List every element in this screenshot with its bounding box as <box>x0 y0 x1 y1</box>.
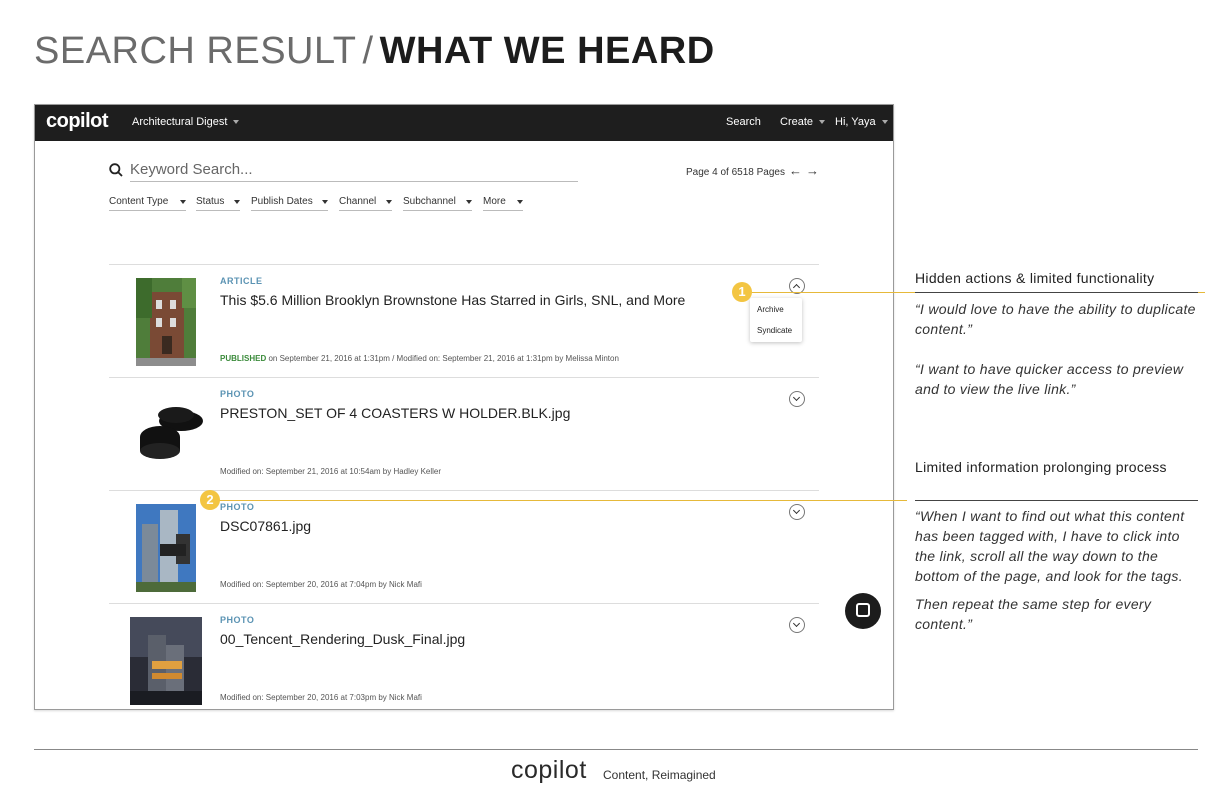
note-heading-2: Limited information prolonging process <box>915 459 1167 475</box>
published-status: PUBLISHED <box>220 354 267 363</box>
filter-label: More <box>483 196 506 207</box>
nav-create-label: Create <box>780 116 814 128</box>
user-menu[interactable]: Hi, Yaya <box>835 116 888 128</box>
quote-repeat: Then repeat the same step for every cont… <box>915 596 1152 632</box>
caret-down-icon <box>517 200 523 204</box>
quote-tags: “When I want to find out what this conte… <box>915 508 1185 584</box>
archive-menu-item[interactable]: Archive <box>757 305 784 314</box>
next-page-arrow-icon[interactable]: → <box>806 163 819 178</box>
tencent-rendering-image <box>130 617 202 705</box>
caret-down-icon <box>881 120 888 125</box>
result-type: PHOTO <box>220 502 255 512</box>
result-title-link[interactable]: 00_Tencent_Rendering_Dusk_Final.jpg <box>220 631 465 647</box>
title-separator: / <box>362 30 374 72</box>
chat-bubble-icon <box>856 603 870 617</box>
coasters-photo-image <box>136 391 206 479</box>
caret-down-icon <box>819 120 826 125</box>
filter-status[interactable]: Status <box>196 196 240 211</box>
result-meta: Modified on: September 21, 2016 at 10:54… <box>220 467 442 476</box>
chat-launcher-button[interactable] <box>845 593 881 629</box>
slide-title: SEARCH RESULT / WHAT WE HEARD <box>34 30 715 73</box>
caret-down-icon <box>234 200 240 204</box>
caret-down-icon <box>233 120 240 125</box>
brownstone-photo-image <box>136 278 196 366</box>
actions-toggle-button[interactable] <box>789 504 805 520</box>
brand-label: Architectural Digest <box>132 116 228 128</box>
filter-label: Publish Dates <box>251 196 313 207</box>
tower-photo-image <box>136 504 196 592</box>
app-screenshot: copilot Architectural Digest Search Crea… <box>34 104 894 710</box>
nav-create-menu[interactable]: Create <box>780 116 826 128</box>
caret-down-icon <box>466 200 472 204</box>
footer-tagline: Content, Reimagined <box>603 768 716 782</box>
result-thumbnail <box>136 278 196 366</box>
filter-label: Subchannel <box>403 196 456 207</box>
filter-content-type[interactable]: Content Type <box>109 196 186 211</box>
filter-publish-dates[interactable]: Publish Dates <box>251 196 328 211</box>
result-thumbnail <box>136 391 206 479</box>
actions-toggle-button[interactable] <box>789 617 805 633</box>
note-heading-1: Hidden actions & limited functionality <box>915 270 1155 286</box>
callout-badge-2: 2 <box>200 490 220 510</box>
result-title-link[interactable]: This $5.6 Million Brooklyn Brownstone Ha… <box>220 292 685 308</box>
result-row[interactable]: PHOTO 00_Tencent_Rendering_Dusk_Final.jp… <box>109 603 819 709</box>
brand-selector[interactable]: Architectural Digest <box>132 116 240 128</box>
callout-badge-1: 1 <box>732 282 752 302</box>
filter-label: Channel <box>339 196 377 207</box>
result-row[interactable]: PHOTO PRESTON_SET OF 4 COASTERS W HOLDER… <box>109 377 819 490</box>
caret-down-icon <box>386 200 392 204</box>
result-meta: PUBLISHED on September 21, 2016 at 1:31p… <box>220 354 619 363</box>
top-nav-bar: copilot Architectural Digest Search Crea… <box>35 105 893 141</box>
result-type: ARTICLE <box>220 276 263 286</box>
copilot-logo[interactable]: copilot <box>46 110 109 133</box>
result-title-link[interactable]: PRESTON_SET OF 4 COASTERS W HOLDER.BLK.j… <box>220 405 570 421</box>
note-divider <box>915 500 1198 501</box>
footer-logo: copilot <box>511 756 587 784</box>
result-title-link[interactable]: DSC07861.jpg <box>220 518 311 534</box>
filter-label: Status <box>196 196 225 207</box>
user-greeting: Hi, Yaya <box>835 116 876 128</box>
result-type: PHOTO <box>220 389 255 399</box>
pager-text: Page 4 of 6518 Pages <box>686 167 785 178</box>
caret-down-icon <box>322 200 328 204</box>
result-type: PHOTO <box>220 615 255 625</box>
keyword-search-input[interactable] <box>130 158 578 182</box>
pagination: Page 4 of 6518 Pages ← → <box>686 163 819 178</box>
chevron-down-icon <box>792 506 801 515</box>
result-meta: Modified on: September 20, 2016 at 7:04p… <box>220 580 422 589</box>
prev-page-arrow-icon[interactable]: ← <box>789 163 802 178</box>
callout-line-2 <box>212 500 907 501</box>
result-thumbnail <box>130 617 202 705</box>
result-thumbnail <box>136 504 196 592</box>
result-row[interactable]: ARTICLE This $5.6 Million Brooklyn Brown… <box>109 264 819 377</box>
chevron-down-icon <box>792 619 801 628</box>
filter-more[interactable]: More <box>483 196 523 211</box>
filter-subchannel[interactable]: Subchannel <box>403 196 472 211</box>
actions-dropdown-menu: Archive Syndicate <box>750 298 802 342</box>
filter-channel[interactable]: Channel <box>339 196 392 211</box>
note-divider <box>915 292 1198 293</box>
slide: SEARCH RESULT / WHAT WE HEARD copilot Arch… <box>0 0 1232 798</box>
nav-search-link[interactable]: Search <box>726 116 761 128</box>
title-bold: WHAT WE HEARD <box>379 30 715 72</box>
title-light: SEARCH RESULT <box>34 30 357 72</box>
actions-toggle-button[interactable] <box>789 391 805 407</box>
filter-label: Content Type <box>109 196 169 207</box>
result-meta: Modified on: September 20, 2016 at 7:03p… <box>220 693 422 702</box>
caret-down-icon <box>180 200 186 204</box>
syndicate-menu-item[interactable]: Syndicate <box>757 326 792 335</box>
chevron-down-icon <box>792 393 801 402</box>
quote-preview: “I want to have quicker access to previe… <box>915 361 1184 397</box>
chevron-up-icon <box>792 283 801 292</box>
search-icon <box>109 163 123 177</box>
footer-divider <box>34 749 1198 750</box>
quote-duplicate: “I would love to have the ability to dup… <box>915 301 1196 337</box>
result-meta-text: on September 21, 2016 at 1:31pm / Modifi… <box>268 354 619 363</box>
